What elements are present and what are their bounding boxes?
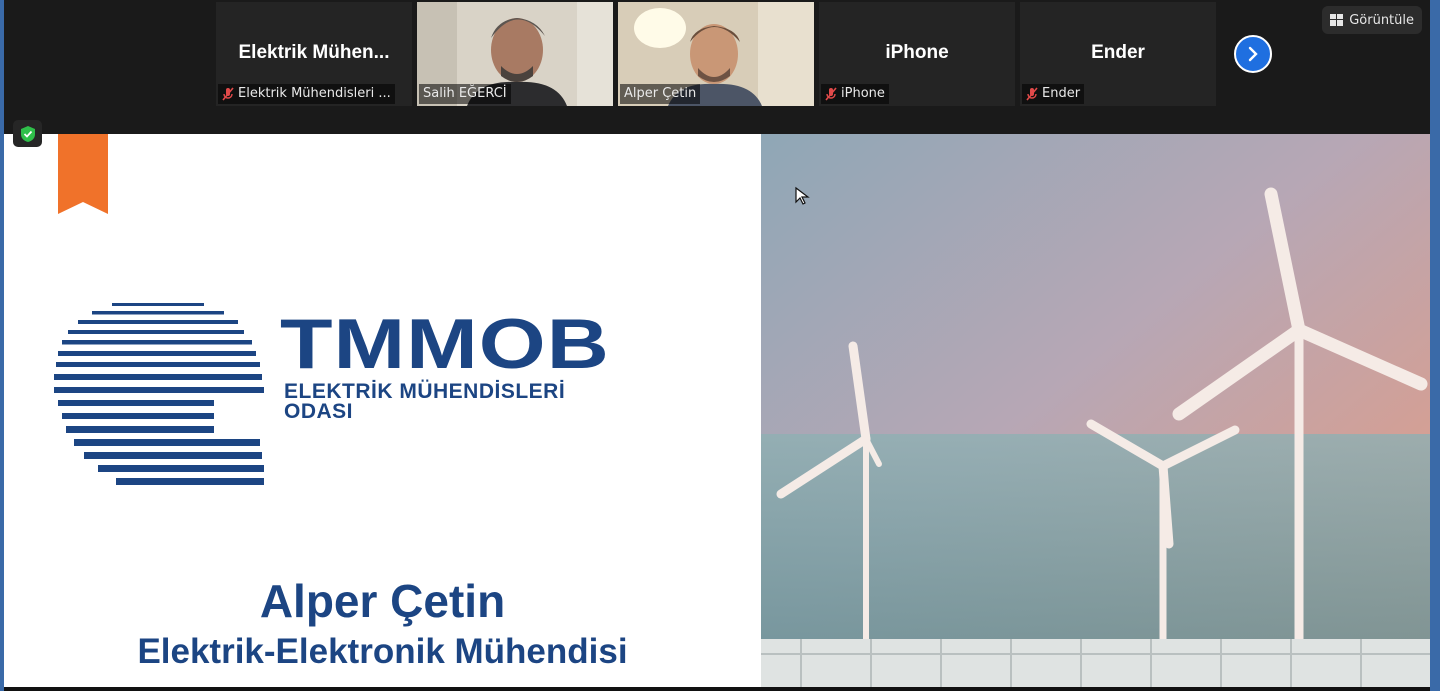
shared-screen: TMMOB ELEKTRİK MÜHENDİSLERİ ODASI Alper …	[4, 134, 1430, 687]
brand-subtitle-line-2: ODASI	[284, 400, 354, 423]
view-button-label: Görüntüle	[1349, 12, 1414, 28]
mic-muted-icon	[825, 87, 837, 101]
participant-label: Alper Çetin	[620, 84, 701, 104]
speaker-name: Alper Çetin	[259, 575, 506, 627]
participant-strip: Elektrik Mühen... Elektrik Mühendisleri …	[4, 0, 1430, 134]
tmmob-emblem-logo	[54, 303, 264, 485]
participant-label-text: Alper Çetin	[624, 86, 697, 101]
bookmark-ribbon-icon	[58, 134, 108, 214]
participant-tile-2[interactable]: Salih EĞERCİ	[417, 2, 613, 106]
participant-display-name: Elektrik Mühen...	[238, 42, 390, 63]
participant-label: Salih EĞERCİ	[419, 84, 511, 104]
mouse-cursor-icon	[795, 186, 810, 205]
participant-label: Ender	[1022, 84, 1085, 104]
participant-tile-4[interactable]: iPhone iPhone	[819, 2, 1015, 106]
brand-title: TMMOB	[280, 305, 610, 384]
participant-display-name: iPhone	[885, 42, 949, 63]
participant-label-text: iPhone	[841, 86, 885, 101]
participant-tile-1[interactable]: Elektrik Mühen... Elektrik Mühendisleri …	[216, 2, 412, 106]
participant-label: iPhone	[821, 84, 889, 104]
view-button[interactable]: Görüntüle	[1322, 6, 1422, 34]
participant-label-text: Elektrik Mühendisleri ...	[238, 86, 391, 101]
shield-check-icon	[20, 125, 35, 142]
speaker-title: Elektrik-Elektronik Mühendisi	[137, 632, 628, 671]
participant-label-text: Salih EĞERCİ	[423, 86, 507, 101]
slide-title-panel: TMMOB ELEKTRİK MÜHENDİSLERİ ODASI Alper …	[4, 134, 761, 687]
grid-view-icon	[1330, 14, 1344, 26]
meeting-window: Elektrik Mühen... Elektrik Mühendisleri …	[4, 0, 1430, 691]
chevron-right-icon	[1248, 46, 1258, 62]
bottom-thumbnail-bar	[4, 687, 1430, 691]
participant-tile-5[interactable]: Ender Ender	[1020, 2, 1216, 106]
wind-turbine-image	[761, 134, 1430, 687]
brand-subtitle-line-1: ELEKTRİK MÜHENDİSLERİ	[284, 380, 566, 403]
participant-label-text: Ender	[1042, 86, 1081, 101]
brand-block: TMMOB ELEKTRİK MÜHENDİSLERİ ODASI	[280, 305, 660, 423]
participant-display-name: Ender	[1091, 42, 1145, 63]
mic-muted-icon	[222, 87, 234, 101]
participant-label: Elektrik Mühendisleri ...	[218, 84, 395, 104]
participant-tile-3[interactable]: Alper Çetin	[618, 2, 814, 106]
mic-muted-icon	[1026, 87, 1038, 101]
next-page-button[interactable]	[1234, 35, 1272, 73]
security-shield-icon[interactable]	[13, 120, 42, 147]
